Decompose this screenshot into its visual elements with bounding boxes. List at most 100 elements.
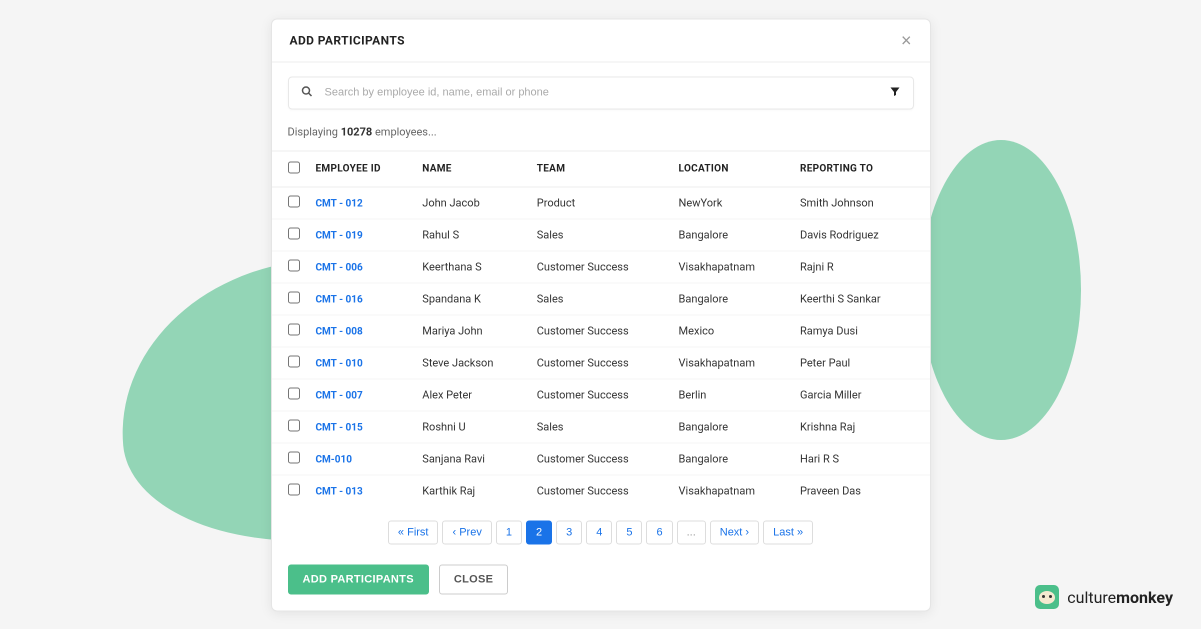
cell-location: Visakhapatnam — [671, 347, 792, 379]
page-ellipsis: ... — [677, 520, 706, 544]
brand-logo-section: culturemonkey — [1035, 585, 1173, 609]
row-checkbox[interactable] — [288, 483, 300, 495]
cell-name: Rahul S — [414, 219, 528, 251]
header-reporting-to: REPORTING TO — [792, 151, 930, 187]
row-checkbox[interactable] — [288, 387, 300, 399]
page-number-button[interactable]: 4 — [586, 520, 612, 544]
employee-id-link[interactable]: CMT - 007 — [316, 390, 363, 401]
employee-id-link[interactable]: CMT - 013 — [316, 486, 363, 497]
count-suffix: employees... — [372, 125, 436, 138]
cell-team: Customer Success — [529, 347, 671, 379]
add-participants-modal: ADD PARTICIPANTS × Displaying 10278 empl… — [271, 18, 931, 611]
table-row: CMT - 012 John JacobProductNewYorkSmith J… — [272, 187, 930, 219]
employee-id-link[interactable]: CMT - 019 — [316, 230, 363, 241]
cell-reporting-to: Ramya Dusi — [792, 315, 930, 347]
table-row: CMT - 006Keerthana SCustomer SuccessVisa… — [272, 251, 930, 283]
page-number-button[interactable]: 6 — [646, 520, 672, 544]
cell-team: Sales — [529, 219, 671, 251]
modal-footer: ADD PARTICIPANTS CLOSE — [272, 554, 930, 610]
employee-id-link[interactable]: CM-010 — [316, 454, 352, 465]
page-prev-button[interactable]: ‹ Prev — [442, 520, 491, 544]
row-checkbox[interactable] — [288, 451, 300, 463]
cell-reporting-to: Hari R S — [792, 443, 930, 475]
cell-reporting-to: Garcia Miller — [792, 379, 930, 411]
table-header-row: EMPLOYEE ID NAME TEAM LOCATION REPORTING… — [272, 151, 930, 187]
employee-id-link[interactable]: CMT - 006 — [316, 262, 363, 273]
count-prefix: Displaying — [288, 125, 341, 138]
cell-team: Customer Success — [529, 475, 671, 507]
row-checkbox[interactable] — [288, 355, 300, 367]
cell-reporting-to: Davis Rodriguez — [792, 219, 930, 251]
cell-reporting-to: Keerthi S Sankar — [792, 283, 930, 315]
cell-location: Bangalore — [671, 443, 792, 475]
header-name: NAME — [414, 151, 528, 187]
brand-text: culturemonkey — [1067, 588, 1173, 607]
page-number-button[interactable]: 3 — [556, 520, 582, 544]
employee-id-link[interactable]: CMT - 008 — [316, 326, 363, 337]
cell-name: Spandana K — [414, 283, 528, 315]
cell-location: Bangalore — [671, 283, 792, 315]
row-checkbox[interactable] — [288, 195, 300, 207]
page-number-button[interactable]: 2 — [526, 520, 552, 544]
monkey-icon — [1035, 585, 1059, 609]
cell-reporting-to: Rajni R — [792, 251, 930, 283]
cell-reporting-to: Krishna Raj — [792, 411, 930, 443]
search-input[interactable] — [325, 87, 889, 99]
cell-team: Customer Success — [529, 315, 671, 347]
cell-name: Mariya John — [414, 315, 528, 347]
page-first-button[interactable]: « First — [388, 520, 439, 544]
search-icon — [301, 85, 313, 100]
employee-id-link[interactable]: CMT - 010 — [316, 358, 363, 369]
table-row: CMT - 007Alex PeterCustomer SuccessBerli… — [272, 379, 930, 411]
row-checkbox[interactable] — [288, 227, 300, 239]
modal-title: ADD PARTICIPANTS — [290, 33, 405, 47]
row-checkbox[interactable] — [288, 291, 300, 303]
employee-id-link[interactable]: CMT - 015 — [316, 422, 363, 433]
filter-icon[interactable] — [889, 85, 901, 100]
search-box — [288, 76, 914, 109]
background-blob-right — [921, 140, 1081, 440]
table-row: CM-010 Sanjana RaviCustomer SuccessBangal… — [272, 443, 930, 475]
cell-team: Product — [529, 187, 671, 219]
count-value: 10278 — [341, 125, 373, 138]
add-participants-button[interactable]: ADD PARTICIPANTS — [288, 564, 429, 594]
header-employee-id: EMPLOYEE ID — [308, 151, 415, 187]
cell-reporting-to: Smith Johnson — [792, 187, 930, 219]
pagination: « First ‹ Prev 123456 ... Next › Last » — [272, 506, 930, 554]
cell-team: Sales — [529, 411, 671, 443]
table-row: CMT - 015Roshni USalesBangaloreKrishna R… — [272, 411, 930, 443]
header-team: TEAM — [529, 151, 671, 187]
cell-team: Customer Success — [529, 251, 671, 283]
cell-location: Berlin — [671, 379, 792, 411]
cell-location: NewYork — [671, 187, 792, 219]
modal-header: ADD PARTICIPANTS × — [272, 19, 930, 62]
cell-team: Customer Success — [529, 379, 671, 411]
page-next-button[interactable]: Next › — [710, 520, 759, 544]
cell-name: Karthik Raj — [414, 475, 528, 507]
employee-id-link[interactable]: CMT - 012 — [316, 198, 363, 209]
page-last-button[interactable]: Last » — [763, 520, 813, 544]
page-number-button[interactable]: 5 — [616, 520, 642, 544]
employee-id-link[interactable]: CMT - 016 — [316, 294, 363, 305]
row-checkbox[interactable] — [288, 419, 300, 431]
close-button[interactable]: CLOSE — [439, 564, 508, 594]
table-row: CMT - 008 Mariya JohnCustomer SuccessMexi… — [272, 315, 930, 347]
cell-location: Visakhapatnam — [671, 475, 792, 507]
close-icon[interactable]: × — [901, 31, 912, 49]
table-row: CMT - 013 Karthik RajCustomer SuccessVisa… — [272, 475, 930, 507]
row-checkbox[interactable] — [288, 259, 300, 271]
page-number-button[interactable]: 1 — [496, 520, 522, 544]
header-location: LOCATION — [671, 151, 792, 187]
table-row: CMT - 019 Rahul SSalesBangaloreDavis Rodr… — [272, 219, 930, 251]
cell-team: Customer Success — [529, 443, 671, 475]
cell-location: Bangalore — [671, 219, 792, 251]
table-row: CMT - 010Steve JacksonCustomer SuccessVi… — [272, 347, 930, 379]
table-row: CMT - 016Spandana KSalesBangaloreKeerthi… — [272, 283, 930, 315]
cell-location: Mexico — [671, 315, 792, 347]
cell-name: Sanjana Ravi — [414, 443, 528, 475]
brand-part1: culture — [1067, 588, 1116, 607]
select-all-checkbox[interactable] — [288, 161, 300, 173]
cell-name: John Jacob — [414, 187, 528, 219]
row-checkbox[interactable] — [288, 323, 300, 335]
cell-location: Visakhapatnam — [671, 251, 792, 283]
